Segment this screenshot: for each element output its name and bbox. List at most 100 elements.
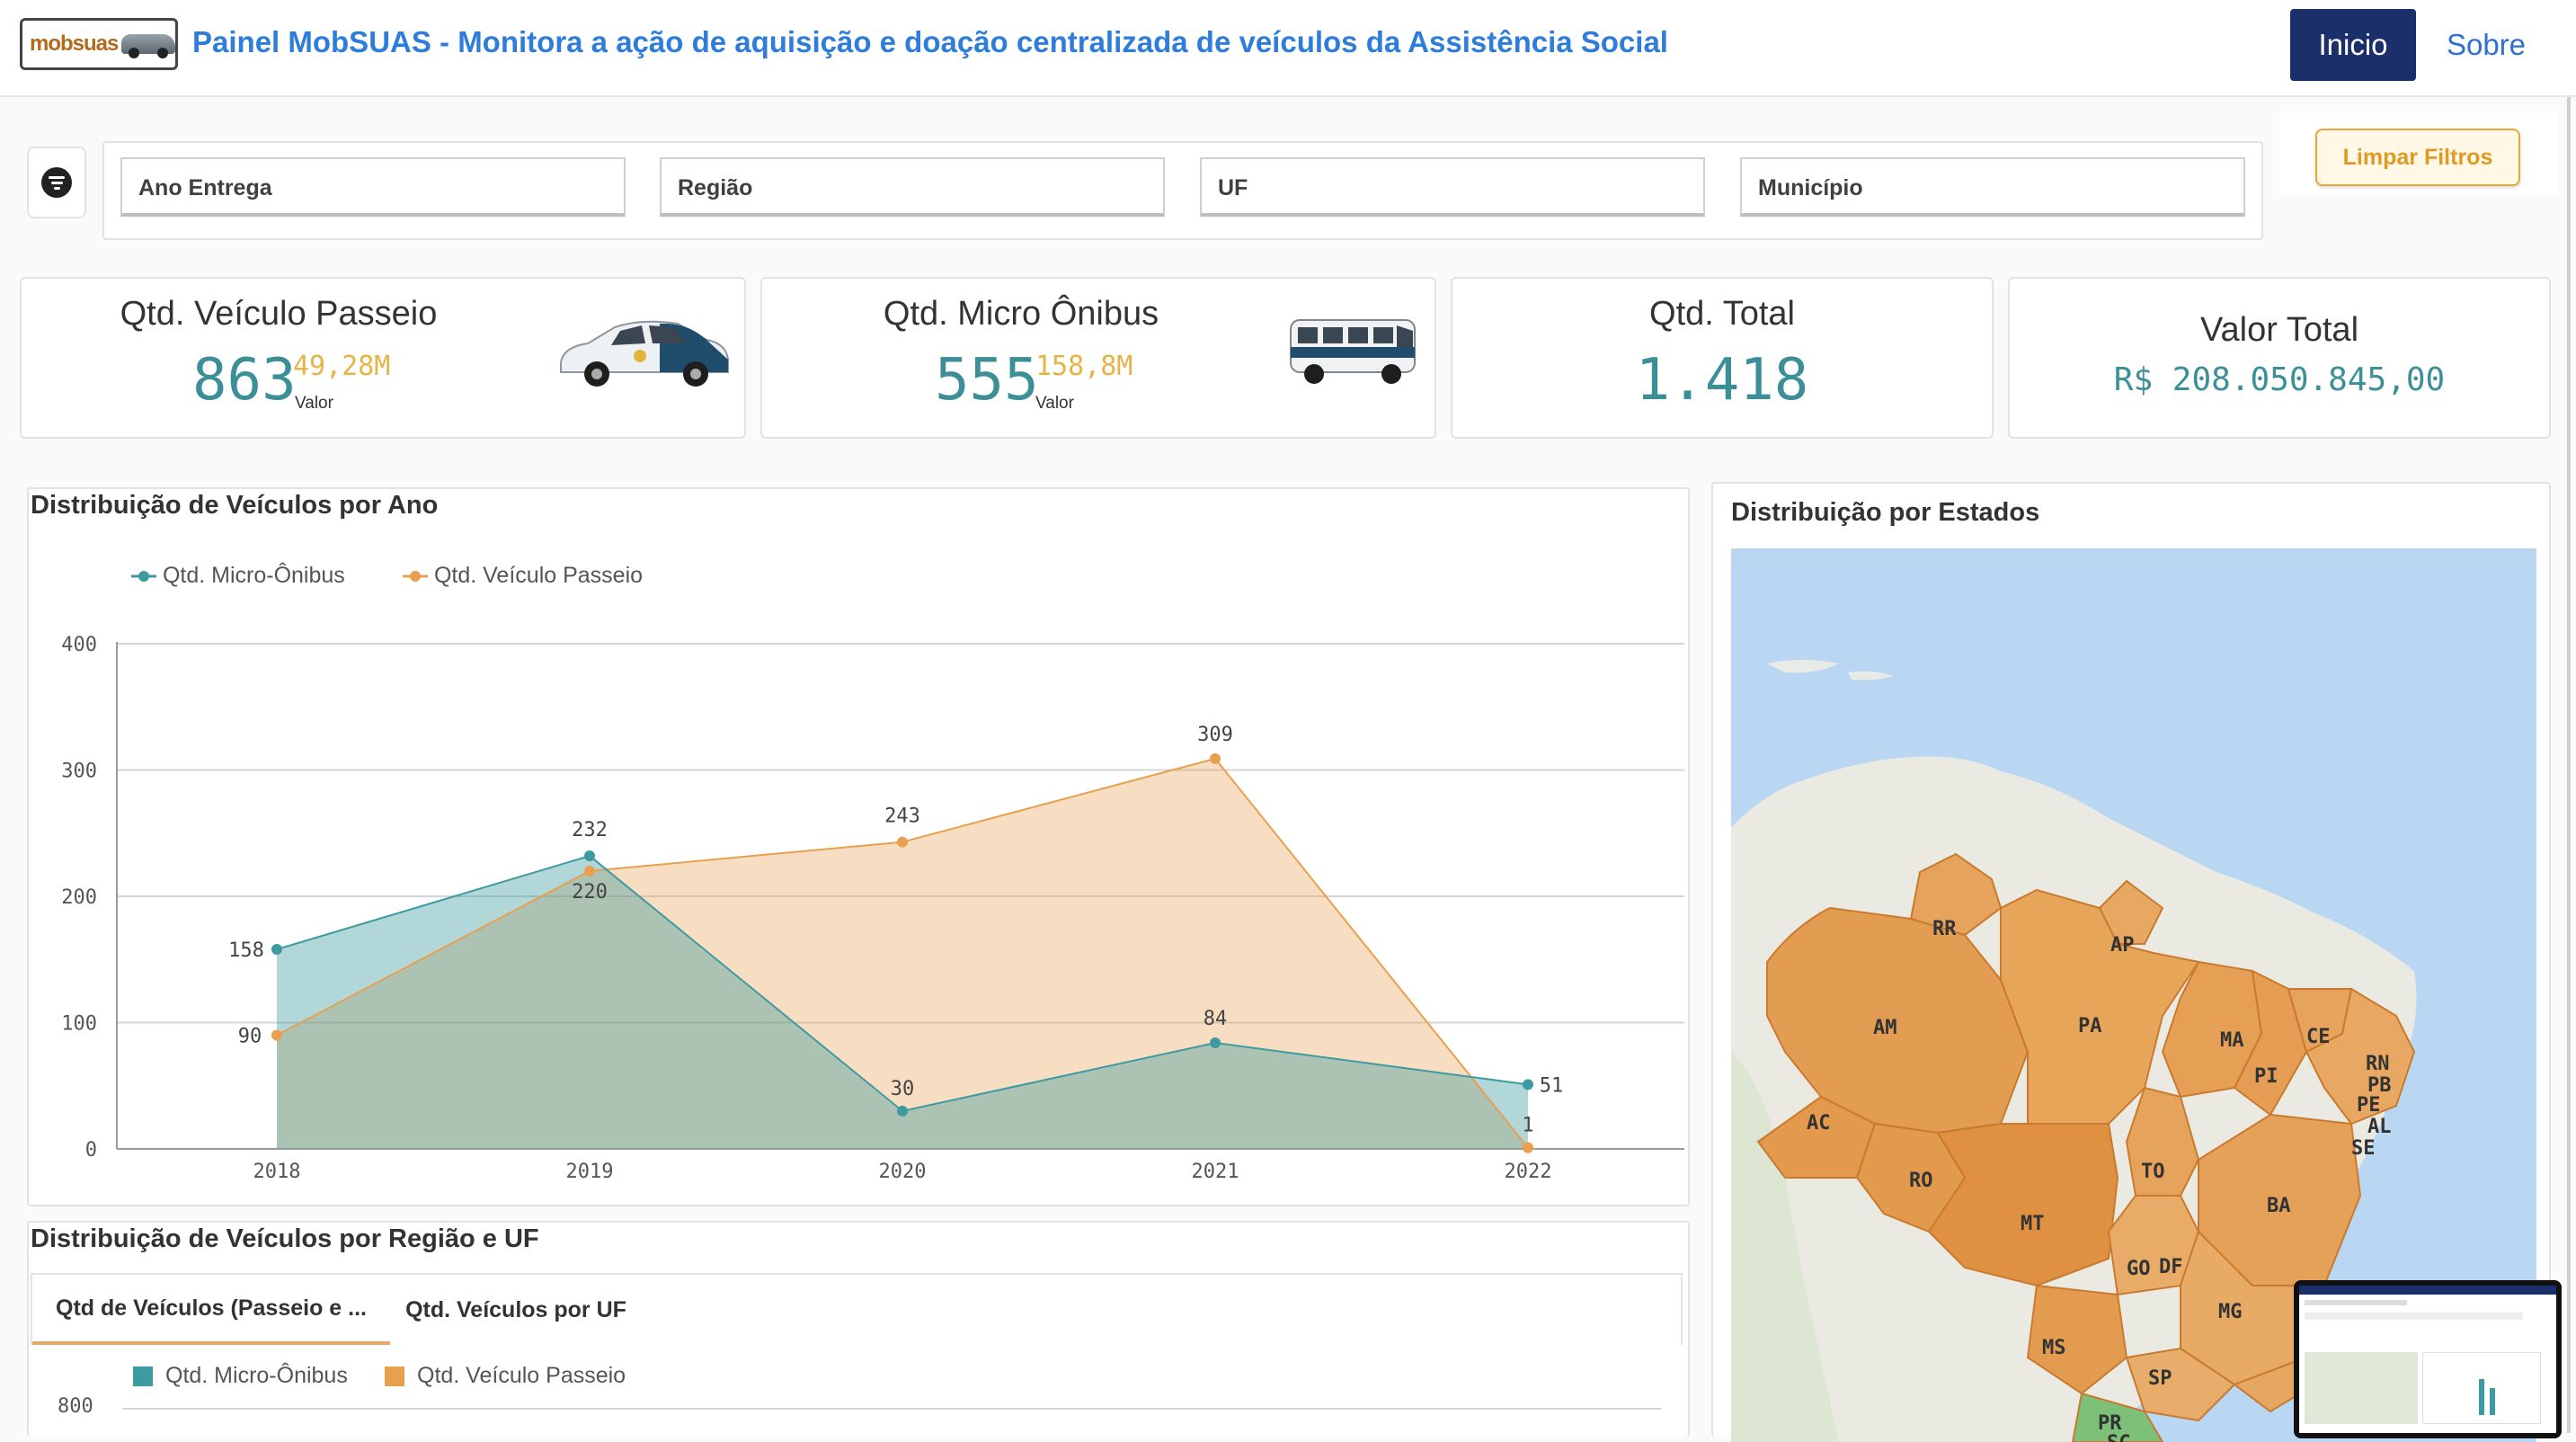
kpi-card-passeio: Qtd. Veículo Passeio 863 49,28M Valor: [20, 277, 746, 439]
x-tick-label: 2018: [253, 1161, 301, 1183]
filter-toggle-button[interactable]: [27, 147, 86, 218]
app-header: mobsuas Painel MobSUAS - Monitora a ação…: [0, 0, 2576, 97]
mobsuas-logo[interactable]: mobsuas: [20, 18, 178, 70]
region-legend-micro-label: Qtd. Micro-Ônibus: [165, 1363, 348, 1388]
car-icon: [121, 34, 175, 58]
label-sp: SP: [2148, 1367, 2172, 1390]
y-tick-label: 400: [61, 634, 97, 656]
label-pe: PE: [2357, 1094, 2381, 1117]
label-ce: CE: [2306, 1026, 2331, 1048]
nav-inicio-button[interactable]: Inicio: [2290, 9, 2416, 81]
kpi-passeio-subvalue: 49,28M: [293, 351, 391, 382]
label-am: AM: [1873, 1017, 1897, 1039]
y-tick-label: 100: [61, 1013, 97, 1036]
region-legend-micro-swatch: [133, 1366, 153, 1387]
data-point[interactable]: [897, 1105, 908, 1117]
kpi-micro-sublabel: Valor: [1035, 394, 1074, 413]
data-point[interactable]: [584, 850, 595, 862]
data-label: 158: [228, 939, 264, 962]
data-label: 220: [572, 881, 608, 903]
filter-ano-entrega[interactable]: Ano Entrega: [120, 157, 626, 217]
year-chart-plot[interactable]: 0 100 200 300 400 158 232 30 84 51 90 220 243 309 1 201…: [29, 489, 1688, 1205]
data-label: 309: [1197, 724, 1233, 746]
data-point[interactable]: [1210, 752, 1221, 764]
region-legend-passeio[interactable]: Qtd. Veículo Passeio: [385, 1363, 626, 1389]
region-chart-panel: Distribuição de Veículos por Região e UF…: [27, 1221, 1690, 1437]
kpi-passeio-value: 863: [192, 347, 297, 414]
data-point[interactable]: [1523, 1079, 1533, 1090]
label-df: DF: [2159, 1256, 2183, 1278]
data-point[interactable]: [1523, 1142, 1533, 1153]
y-tick-label: 200: [61, 886, 97, 909]
label-al: AL: [2367, 1116, 2392, 1138]
kpi-valor-value: R$ 208.050.845,00: [2113, 361, 2446, 398]
scrollbar[interactable]: [2567, 97, 2571, 1433]
screen-preview-thumbnail[interactable]: [2294, 1280, 2562, 1438]
x-tick-label: 2021: [1192, 1161, 1239, 1183]
filter-bar: Ano Entrega Região UF Município: [102, 141, 2263, 240]
data-point[interactable]: [271, 944, 282, 956]
logo-text: mobsuas: [30, 31, 119, 56]
kpi-card-valor: Valor Total R$ 208.050.845,00: [2008, 277, 2551, 439]
filter-municipio[interactable]: Município: [1740, 157, 2245, 217]
x-tick-label: 2019: [566, 1161, 614, 1183]
kpi-total-value: 1.418: [1635, 347, 1809, 414]
data-point[interactable]: [271, 1029, 282, 1041]
label-pi: PI: [2254, 1065, 2278, 1088]
label-pa: PA: [2078, 1015, 2102, 1037]
year-chart-panel: Distribuição de Veículos por Ano Qtd. Mi…: [27, 487, 1690, 1206]
label-ro: RO: [1909, 1170, 1933, 1192]
nav-sobre-link[interactable]: Sobre: [2432, 9, 2540, 81]
data-label: 84: [1204, 1008, 1228, 1030]
data-label: 232: [572, 819, 608, 841]
tab-qtd-veiculos[interactable]: Qtd de Veículos (Passeio e ...: [32, 1275, 390, 1345]
page-title: Painel MobSUAS - Monitora a ação de aqui…: [192, 25, 1668, 58]
filter-uf[interactable]: UF: [1200, 157, 1705, 217]
kpi-micro-subvalue: 158,8M: [1035, 351, 1133, 382]
kpi-card-micro: Qtd. Micro Ônibus 555 158,8M Valor: [760, 277, 1436, 439]
data-point[interactable]: [897, 836, 908, 848]
y-tick-label: 300: [61, 761, 97, 783]
clear-filters-button[interactable]: Limpar Filtros: [2315, 129, 2520, 186]
data-label: 243: [884, 806, 920, 828]
region-y-tick-800: 800: [58, 1395, 93, 1418]
x-tick-label: 2020: [879, 1161, 927, 1183]
filter-icon: [41, 167, 72, 198]
label-ap: AP: [2110, 934, 2135, 957]
region-legend-micro[interactable]: Qtd. Micro-Ônibus: [133, 1363, 348, 1389]
label-ms: MS: [2042, 1337, 2066, 1359]
region-legend-passeio-swatch: [385, 1366, 404, 1387]
kpi-micro-title: Qtd. Micro Ônibus: [883, 295, 1159, 333]
label-ma: MA: [2220, 1029, 2244, 1052]
region-chart-tabs: Qtd de Veículos (Passeio e ... Qtd. Veíc…: [31, 1273, 1683, 1345]
tab-veiculos-por-uf[interactable]: Qtd. Veículos por UF: [390, 1275, 642, 1345]
kpi-total-title: Qtd. Total: [1649, 295, 1795, 333]
kpi-passeio-sublabel: Valor: [295, 394, 333, 413]
data-label: 90: [238, 1026, 262, 1048]
label-mt: MT: [2021, 1213, 2045, 1235]
label-rn: RN: [2366, 1053, 2390, 1075]
label-to: TO: [2141, 1161, 2165, 1183]
kpi-valor-title: Valor Total: [2199, 311, 2359, 349]
micro-bus-icon: [1290, 319, 1416, 384]
data-label: 30: [891, 1078, 915, 1100]
region-gridline: [122, 1408, 1661, 1410]
data-point[interactable]: [1210, 1037, 1221, 1048]
data-label: 1: [1522, 1115, 1533, 1137]
label-ac: AC: [1807, 1112, 1831, 1135]
kpi-micro-value: 555: [935, 347, 1039, 414]
label-mg: MG: [2218, 1301, 2243, 1323]
region-legend-passeio-label: Qtd. Veículo Passeio: [417, 1363, 626, 1388]
label-ba: BA: [2267, 1195, 2291, 1217]
map-title: Distribuição por Estados: [1731, 498, 2040, 527]
label-se: SE: [2351, 1137, 2376, 1160]
data-point[interactable]: [584, 865, 595, 877]
kpi-card-total: Qtd. Total 1.418: [1451, 277, 1994, 439]
filter-regiao[interactable]: Região: [660, 157, 1165, 217]
x-tick-label: 2022: [1505, 1161, 1552, 1183]
thumbnail-content: [2299, 1286, 2556, 1433]
label-go: GO: [2127, 1258, 2151, 1280]
region-chart-title: Distribuição de Veículos por Região e UF: [31, 1224, 539, 1253]
data-label: 51: [1540, 1074, 1564, 1097]
y-tick-label: 0: [85, 1139, 97, 1162]
